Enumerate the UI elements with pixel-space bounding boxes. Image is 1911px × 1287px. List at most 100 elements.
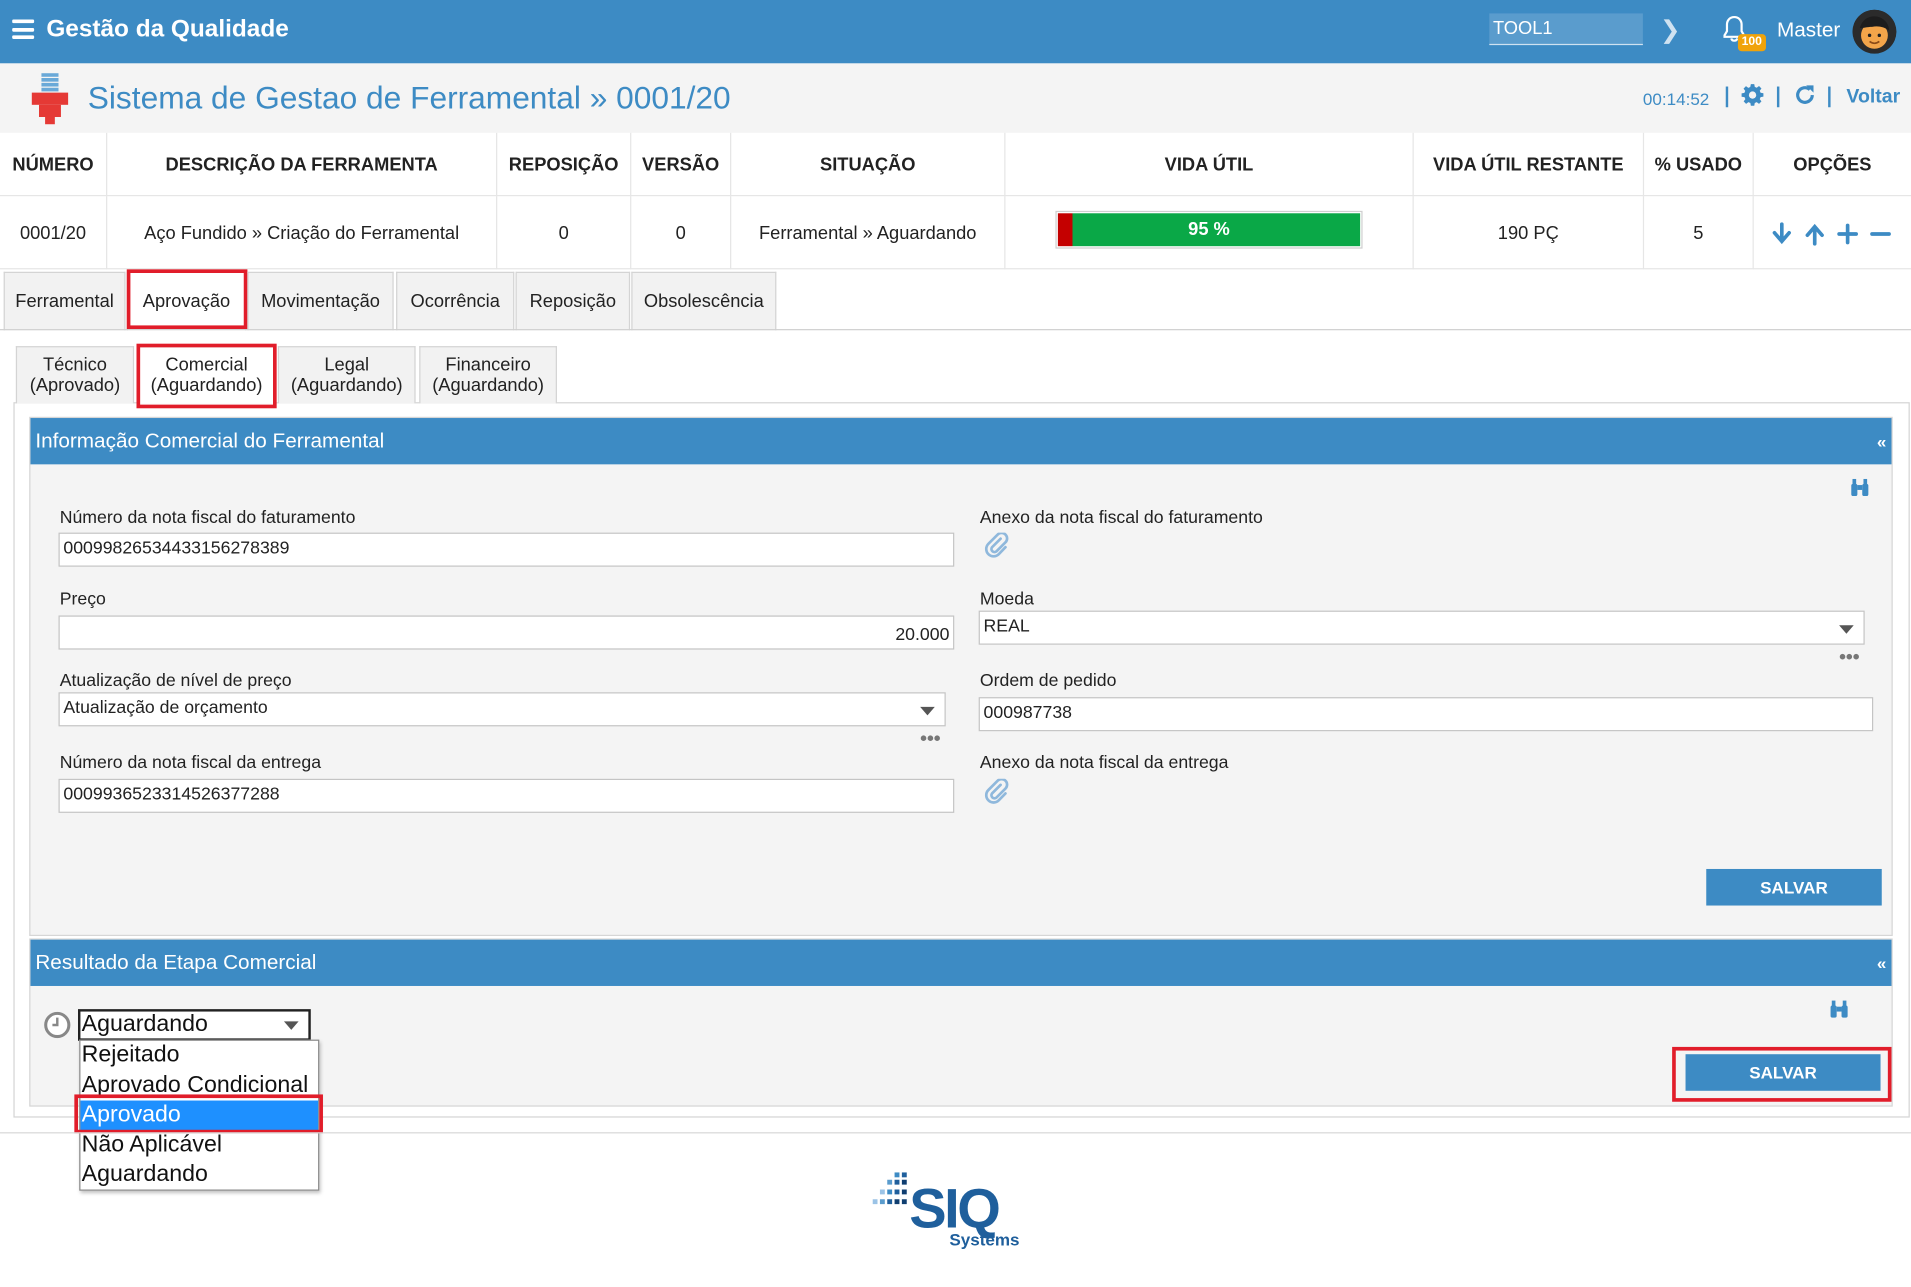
subtab-label: Financeiro bbox=[445, 354, 531, 376]
col-header-reposicao: REPOSIÇÃO bbox=[497, 132, 632, 197]
nf-entrega-field[interactable]: 00099365233145263772​88 bbox=[58, 778, 955, 813]
divider bbox=[0, 268, 1911, 270]
back-link[interactable]: Voltar bbox=[1846, 87, 1900, 109]
atualizacao-select[interactable]: Atualização de orçamento bbox=[58, 692, 946, 727]
subtab-status: (Aprovado) bbox=[29, 375, 121, 397]
collapse-icon[interactable]: « bbox=[1877, 431, 1887, 451]
subtab-financeiro[interactable]: Financeiro (Aguardando) bbox=[419, 346, 557, 404]
highlight-box bbox=[136, 343, 277, 409]
col-header-situacao: SITUAÇÃO bbox=[731, 132, 1006, 197]
tab-ferramental[interactable]: Ferramental bbox=[3, 271, 126, 331]
chevron-down-icon bbox=[920, 706, 935, 716]
col-header-usado: % USADO bbox=[1644, 132, 1754, 197]
arrow-down-icon[interactable] bbox=[1772, 222, 1791, 245]
cell-versao: 0 bbox=[631, 196, 732, 270]
session-timer: 00:14:52 bbox=[1642, 88, 1710, 109]
divider bbox=[0, 1132, 1911, 1134]
save-button[interactable]: SALVAR bbox=[1706, 868, 1882, 906]
tool-icon bbox=[31, 73, 69, 125]
dropdown-option-aguardando[interactable]: Aguardando bbox=[80, 1160, 318, 1190]
cell-vida-restante: 190 PÇ bbox=[1414, 196, 1645, 270]
anexo-faturamento-label: Anexo da nota fiscal do faturamento bbox=[979, 508, 1263, 528]
result-select[interactable]: Aguardando bbox=[78, 1009, 311, 1041]
panel-title: Informação Comercial do Ferramental bbox=[35, 429, 385, 453]
highlight-box bbox=[1672, 1046, 1892, 1102]
siq-systems-logo: SIQ Systems bbox=[872, 1172, 1020, 1250]
more-options-icon[interactable]: ••• bbox=[920, 729, 940, 749]
avatar[interactable] bbox=[1852, 9, 1897, 54]
dropdown-option-rejeitado[interactable]: Rejeitado bbox=[80, 1041, 318, 1071]
subtab-label: Técnico bbox=[42, 354, 107, 376]
subtab-status: (Aguardando) bbox=[290, 375, 403, 397]
moeda-selected-value: REAL bbox=[983, 616, 1030, 637]
refresh-icon[interactable] bbox=[1793, 83, 1817, 107]
row-options bbox=[1772, 222, 1891, 246]
notification-badge: 100 bbox=[1737, 34, 1766, 52]
subtab-status: (Aguardando) bbox=[432, 375, 545, 397]
divider bbox=[1828, 86, 1831, 108]
collapse-icon[interactable]: « bbox=[1877, 953, 1887, 973]
anexo-entrega-label: Anexo da nota fiscal da entrega bbox=[979, 753, 1229, 773]
plus-icon[interactable] bbox=[1837, 223, 1858, 245]
preco-label: Preço bbox=[59, 589, 106, 610]
gear-icon[interactable] bbox=[1740, 83, 1764, 107]
tool-search-input[interactable] bbox=[1489, 13, 1643, 46]
menu-icon[interactable] bbox=[12, 19, 35, 39]
cell-numero: 0001/20 bbox=[0, 196, 108, 270]
clock-icon bbox=[44, 1011, 71, 1039]
col-header-versao: VERSÃO bbox=[631, 132, 732, 197]
ordem-field[interactable]: 000987738 bbox=[978, 697, 1874, 732]
user-name[interactable]: Master bbox=[1777, 18, 1840, 42]
highlight-box bbox=[126, 269, 248, 330]
ordem-label: Ordem de pedido bbox=[979, 671, 1117, 692]
highlight-box bbox=[74, 1094, 323, 1134]
app-title: Gestão da Qualidade bbox=[46, 15, 289, 43]
tab-obsolescencia[interactable]: Obsolescência bbox=[631, 271, 777, 331]
chevron-right-icon[interactable]: ❯ bbox=[1660, 15, 1680, 45]
panel-header[interactable]: Resultado da Etapa Comercial bbox=[30, 939, 1892, 986]
preco-field[interactable]: 20.000 bbox=[58, 615, 955, 650]
binoculars-icon[interactable] bbox=[1849, 477, 1871, 499]
paperclip-icon[interactable] bbox=[984, 532, 1011, 560]
chevron-down-icon bbox=[283, 1021, 299, 1030]
col-header-descricao: DESCRIÇÃO DA FERRAMENTA bbox=[107, 132, 498, 197]
cell-descricao: Aço Fundido » Criação do Ferramental bbox=[107, 196, 498, 270]
chevron-down-icon bbox=[1839, 625, 1854, 634]
page: Gestão da Qualidade ❯ 100 Master Sistema… bbox=[0, 0, 1911, 1287]
subtab-label: Legal bbox=[324, 354, 370, 376]
moeda-select[interactable]: REAL bbox=[978, 610, 1865, 645]
atualizacao-selected-value: Atualização de orçamento bbox=[63, 698, 268, 718]
cell-reposicao: 0 bbox=[497, 196, 632, 270]
cell-usado: 5 bbox=[1644, 196, 1754, 270]
nf-faturamento-field[interactable]: 0009982653443315627838​9 bbox=[58, 532, 955, 567]
subtab-tecnico[interactable]: Técnico (Aprovado) bbox=[15, 346, 135, 404]
divider bbox=[1725, 86, 1729, 108]
col-header-vida-restante: VIDA ÚTIL RESTANTE bbox=[1414, 132, 1645, 197]
logo-brand-sub: Systems bbox=[949, 1231, 1019, 1250]
panel-title: Resultado da Etapa Comercial bbox=[35, 950, 317, 974]
subtab-legal[interactable]: Legal (Aguardando) bbox=[277, 346, 416, 404]
vida-util-label: 95 % bbox=[1188, 219, 1230, 241]
panel-header[interactable]: Informação Comercial do Ferramental bbox=[30, 418, 1892, 465]
page-title: Sistema de Gestao de Ferramental » 0001/… bbox=[87, 79, 731, 116]
dropdown-option-nao-aplicavel[interactable]: Não Aplicável bbox=[80, 1130, 318, 1160]
nf-entrega-label: Número da nota fiscal da entrega bbox=[59, 753, 322, 773]
result-selected-value: Aguardando bbox=[81, 1011, 208, 1038]
col-header-vida-util: VIDA ÚTIL bbox=[1005, 132, 1414, 197]
arrow-up-icon[interactable] bbox=[1805, 223, 1824, 246]
divider bbox=[1776, 86, 1780, 108]
cell-situacao: Ferramental » Aguardando bbox=[731, 196, 1006, 270]
atualizacao-label: Atualização de nível de preço bbox=[59, 671, 292, 692]
commercial-info-panel: Informação Comercial do Ferramental bbox=[29, 416, 1893, 936]
binoculars-icon[interactable] bbox=[1828, 998, 1850, 1020]
col-header-numero: NÚMERO bbox=[0, 132, 108, 197]
divider bbox=[0, 329, 1911, 331]
tab-reposicao[interactable]: Reposição bbox=[515, 271, 631, 331]
more-options-icon[interactable]: ••• bbox=[1839, 648, 1859, 668]
paperclip-icon[interactable] bbox=[984, 778, 1011, 806]
moeda-label: Moeda bbox=[979, 589, 1034, 610]
tab-movimentacao[interactable]: Movimentação bbox=[247, 271, 394, 331]
nf-faturamento-label: Número da nota fiscal do faturamento bbox=[59, 508, 356, 528]
tab-ocorrencia[interactable]: Ocorrência bbox=[396, 271, 515, 331]
vida-util-progress: 95 % bbox=[1055, 210, 1363, 249]
